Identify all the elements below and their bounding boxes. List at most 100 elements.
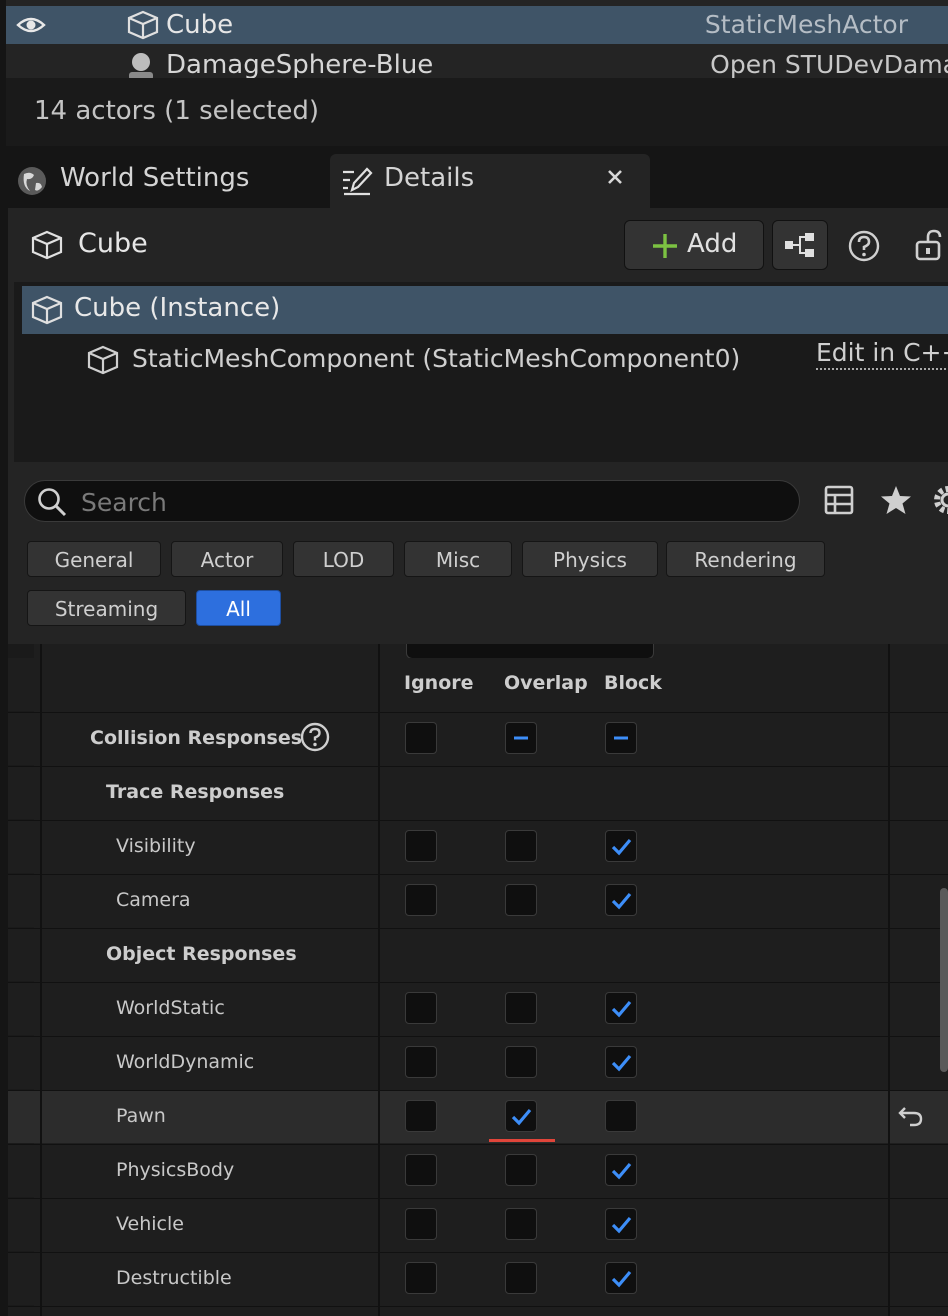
details-panel: Cube Add Cube (Instance) StaticMeshCompo… bbox=[8, 208, 948, 1316]
collision-block-checkbox[interactable] bbox=[605, 722, 637, 754]
actor-count-status: 14 actors (1 selected) bbox=[34, 96, 320, 126]
favorites-star-icon[interactable] bbox=[880, 484, 912, 520]
search-input[interactable] bbox=[79, 485, 783, 519]
channel-label: Destructible bbox=[116, 1267, 232, 1289]
ignore-checkbox[interactable] bbox=[405, 1154, 437, 1186]
collision-row-vehicle: Vehicle bbox=[8, 1198, 948, 1251]
collision-row-physicsbody: PhysicsBody bbox=[8, 1144, 948, 1197]
component-tree: Cube (Instance) StaticMeshComponent (Sta… bbox=[14, 282, 948, 462]
ignore-checkbox[interactable] bbox=[405, 1262, 437, 1294]
overlap-checkbox[interactable] bbox=[505, 992, 537, 1024]
overlap-checkbox[interactable] bbox=[505, 1100, 537, 1132]
collision-preset-dropdown-edge[interactable] bbox=[406, 644, 654, 659]
help-icon[interactable] bbox=[300, 722, 330, 756]
filter-chip-lod[interactable]: LOD bbox=[293, 541, 394, 577]
ignore-checkbox[interactable] bbox=[405, 830, 437, 862]
help-icon[interactable] bbox=[848, 230, 880, 266]
collision-columns-header-row: Ignore Overlap Block bbox=[8, 658, 948, 711]
outliner-panel: Cube StaticMeshActor DamageSphere-Blue O… bbox=[6, 0, 948, 146]
overlap-checkbox[interactable] bbox=[505, 1046, 537, 1078]
outliner-row-cube[interactable]: Cube StaticMeshActor bbox=[6, 6, 948, 44]
collision-row-visibility: Visibility bbox=[8, 820, 948, 873]
tab-bar: World Settings Details bbox=[0, 154, 948, 208]
name-value-divider[interactable] bbox=[378, 644, 380, 1316]
filter-chip-misc[interactable]: Misc bbox=[404, 541, 512, 577]
overlap-checkbox[interactable] bbox=[505, 830, 537, 862]
filter-chip-all[interactable]: All bbox=[196, 590, 281, 626]
channel-label: Vehicle bbox=[116, 1213, 184, 1235]
collision-row-worlddynamic: WorldDynamic bbox=[8, 1036, 948, 1089]
tab-label: Details bbox=[384, 163, 475, 193]
block-checkbox[interactable] bbox=[605, 1100, 637, 1132]
tab-details[interactable]: Details bbox=[330, 154, 650, 208]
block-checkbox[interactable] bbox=[605, 1046, 637, 1078]
outliner-item-type: StaticMeshActor bbox=[704, 10, 908, 39]
component-label: Cube (Instance) bbox=[74, 293, 281, 323]
outliner-item-label: DamageSphere-Blue bbox=[166, 50, 434, 78]
outliner-row-damagesphere[interactable]: DamageSphere-Blue Open STUDevDama bbox=[6, 46, 948, 78]
overlap-checkbox[interactable] bbox=[505, 884, 537, 916]
overlap-checkbox[interactable] bbox=[505, 1208, 537, 1240]
close-tab-icon[interactable] bbox=[606, 168, 624, 190]
component-row-staticmesh[interactable]: StaticMeshComponent (StaticMeshComponent… bbox=[84, 338, 944, 382]
collision-row-pawn: Pawn bbox=[8, 1090, 948, 1143]
block-checkbox[interactable] bbox=[605, 1154, 637, 1186]
hierarchy-icon bbox=[784, 232, 816, 262]
channel-label: WorldStatic bbox=[116, 997, 225, 1019]
block-checkbox[interactable] bbox=[605, 884, 637, 916]
visibility-eye-icon[interactable] bbox=[16, 12, 46, 42]
block-checkbox[interactable] bbox=[605, 1208, 637, 1240]
block-checkbox[interactable] bbox=[605, 1262, 637, 1294]
edit-in-cpp-link[interactable]: Edit in C++ bbox=[816, 338, 948, 370]
overlap-checkbox[interactable] bbox=[505, 1262, 537, 1294]
ignore-checkbox[interactable] bbox=[405, 1046, 437, 1078]
filter-chip-streaming[interactable]: Streaming bbox=[27, 590, 186, 626]
tab-world-settings[interactable]: World Settings bbox=[0, 154, 320, 208]
add-component-button[interactable]: Add bbox=[624, 220, 764, 270]
static-mesh-icon bbox=[86, 345, 120, 379]
trace-responses-row: Trace Responses bbox=[8, 766, 948, 819]
indent-divider bbox=[40, 644, 42, 1316]
block-checkbox[interactable] bbox=[605, 992, 637, 1024]
filter-chip-actor[interactable]: Actor bbox=[171, 541, 283, 577]
filter-chip-rendering[interactable]: Rendering bbox=[666, 541, 825, 577]
ignore-checkbox[interactable] bbox=[405, 1208, 437, 1240]
channel-label: Camera bbox=[116, 889, 191, 911]
component-row-instance[interactable]: Cube (Instance) bbox=[22, 286, 948, 334]
collision-row-camera: Camera bbox=[8, 874, 948, 927]
property-matrix-icon[interactable] bbox=[824, 485, 854, 519]
ignore-checkbox[interactable] bbox=[405, 884, 437, 916]
filter-chip-general[interactable]: General bbox=[27, 541, 161, 577]
details-scrollbar[interactable] bbox=[940, 888, 948, 1072]
overlap-checkbox[interactable] bbox=[505, 1154, 537, 1186]
world-globe-icon bbox=[16, 165, 48, 201]
ignore-checkbox[interactable] bbox=[405, 992, 437, 1024]
collision-overlap-checkbox[interactable] bbox=[505, 722, 537, 754]
component-label: StaticMeshComponent (StaticMeshComponent… bbox=[132, 344, 741, 373]
details-search-box[interactable] bbox=[24, 480, 800, 522]
blueprint-actor-icon bbox=[124, 50, 158, 78]
channel-label: Pawn bbox=[116, 1105, 166, 1127]
trace-responses-label: Trace Responses bbox=[106, 781, 285, 803]
filter-chip-physics[interactable]: Physics bbox=[522, 541, 658, 577]
reset-to-default-icon[interactable] bbox=[898, 1105, 924, 1133]
column-ignore: Ignore bbox=[404, 672, 474, 694]
collision-row-destructible: Destructible bbox=[8, 1252, 948, 1305]
blueprint-hierarchy-button[interactable] bbox=[772, 220, 828, 270]
plus-icon bbox=[651, 232, 679, 264]
block-checkbox[interactable] bbox=[605, 830, 637, 862]
settings-gear-icon[interactable] bbox=[926, 484, 948, 520]
lock-icon[interactable] bbox=[914, 228, 948, 266]
outliner-item-type[interactable]: Open STUDevDama bbox=[710, 50, 948, 78]
actor-name-title[interactable]: Cube bbox=[78, 228, 148, 259]
outliner-list[interactable]: Cube StaticMeshActor DamageSphere-Blue O… bbox=[6, 0, 948, 78]
object-responses-row: Object Responses bbox=[8, 928, 948, 981]
tab-label: World Settings bbox=[60, 163, 250, 193]
collision-property-grid: Ignore Overlap Block Collision Responses… bbox=[8, 644, 948, 1316]
collision-ignore-checkbox[interactable] bbox=[405, 722, 437, 754]
ignore-checkbox[interactable] bbox=[405, 1100, 437, 1132]
column-overlap: Overlap bbox=[504, 672, 588, 694]
outliner-item-label: Cube bbox=[166, 10, 234, 40]
static-mesh-icon bbox=[30, 295, 64, 329]
collision-row-worldstatic: WorldStatic bbox=[8, 982, 948, 1035]
